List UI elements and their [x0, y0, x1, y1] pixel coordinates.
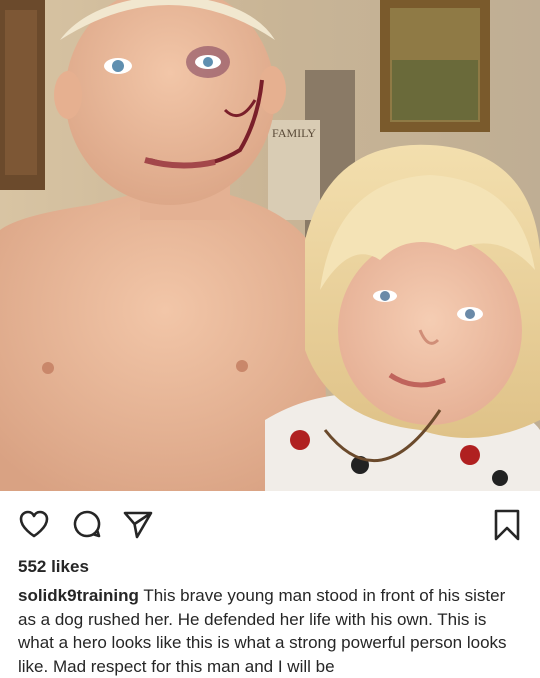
post-photo[interactable]: FAMILY	[0, 0, 540, 491]
post-action-bar	[0, 491, 540, 557]
likes-count[interactable]: 552 likes	[18, 556, 89, 578]
bookmark-icon[interactable]	[493, 509, 521, 541]
family-sign-text: FAMILY	[272, 126, 316, 140]
post-photo-illustration: FAMILY	[0, 0, 540, 491]
comment-bubble-icon[interactable]	[72, 509, 102, 539]
paper-plane-icon[interactable]	[122, 509, 154, 539]
post-caption: solidk9training This brave young man sto…	[18, 584, 523, 678]
caption-username[interactable]: solidk9training	[18, 586, 139, 605]
heart-icon[interactable]	[18, 509, 50, 539]
